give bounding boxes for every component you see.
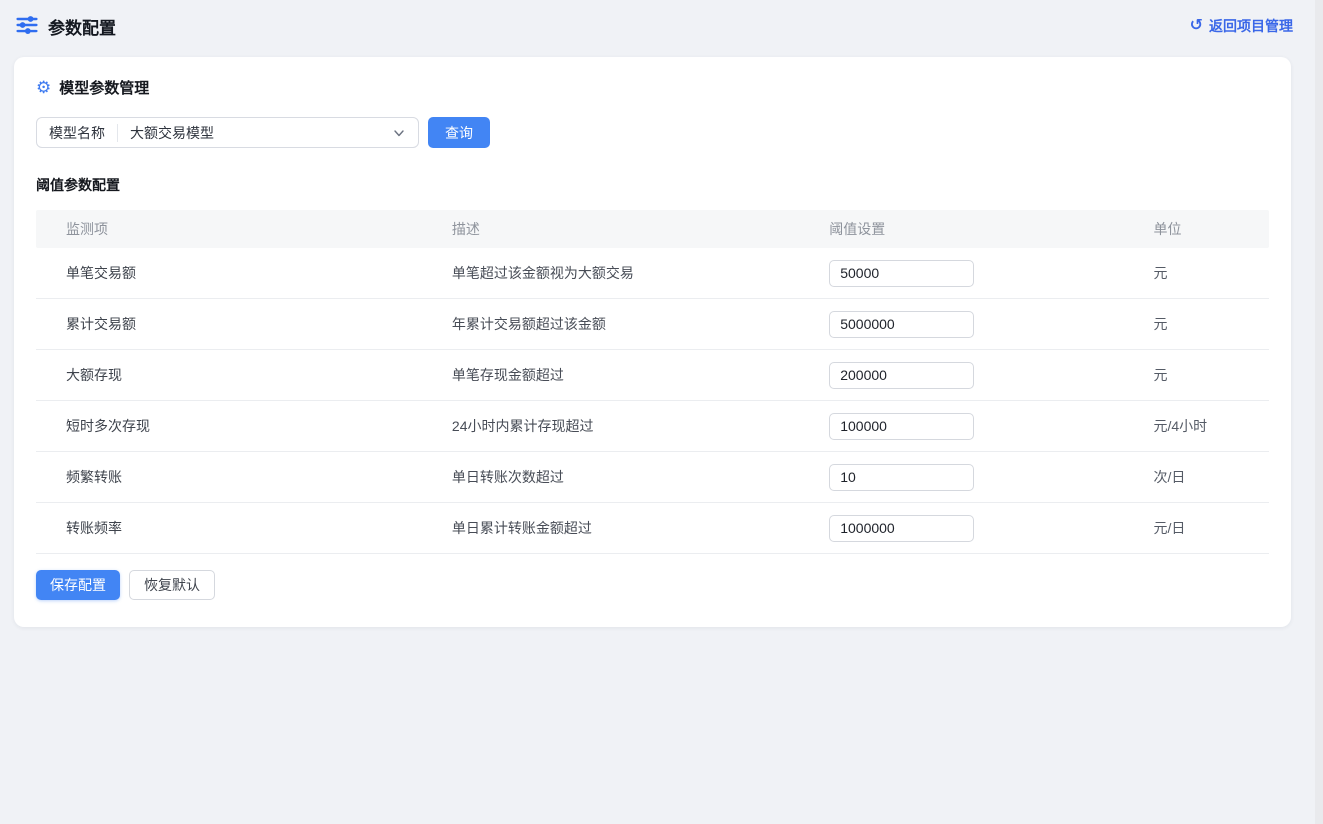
row-description: 单日累计转账金额超过 bbox=[422, 518, 799, 538]
table-row: 频繁转账 单日转账次数超过 次/日 bbox=[36, 452, 1269, 503]
table-row: 短时多次存现 24小时内累计存现超过 元/4小时 bbox=[36, 401, 1269, 452]
threshold-input[interactable] bbox=[829, 311, 974, 338]
table-title: 阈值参数配置 bbox=[36, 175, 1269, 195]
threshold-input[interactable] bbox=[829, 515, 974, 542]
column-header-desc: 描述 bbox=[422, 219, 799, 239]
restore-default-button[interactable]: 恢复默认 bbox=[129, 570, 215, 600]
save-config-button[interactable]: 保存配置 bbox=[36, 570, 120, 600]
threshold-input[interactable] bbox=[829, 260, 974, 287]
table-row: 转账频率 单日累计转账金额超过 元/日 bbox=[36, 503, 1269, 554]
column-header-value: 阈值设置 bbox=[799, 219, 1123, 239]
topbar: 参数配置 ↺ 返回项目管理 bbox=[0, 0, 1323, 52]
model-parameter-panel: ⚙ 模型参数管理 模型名称 大额交易模型 查询 阈值参数配置 监测项 描述 阈值… bbox=[14, 57, 1291, 627]
row-item-label: 转账频率 bbox=[36, 518, 422, 538]
page-title: 参数配置 bbox=[48, 14, 116, 39]
threshold-input[interactable] bbox=[829, 362, 974, 389]
table-row: 大额存现 单笔存现金额超过 元 bbox=[36, 350, 1269, 401]
table-row: 单笔交易额 单笔超过该金额视为大额交易 元 bbox=[36, 248, 1269, 299]
model-select-label: 模型名称 bbox=[37, 123, 117, 143]
section-title: 模型参数管理 bbox=[59, 77, 149, 98]
threshold-table: 监测项 描述 阈值设置 单位 单笔交易额 单笔超过该金额视为大额交易 元 累计交… bbox=[36, 210, 1269, 554]
threshold-input[interactable] bbox=[829, 464, 974, 491]
query-button[interactable]: 查询 bbox=[428, 117, 490, 148]
row-description: 单笔超过该金额视为大额交易 bbox=[422, 263, 799, 283]
row-item-label: 累计交易额 bbox=[36, 314, 422, 334]
row-description: 年累计交易额超过该金额 bbox=[422, 314, 799, 334]
row-description: 单日转账次数超过 bbox=[422, 467, 799, 487]
actions-row: 保存配置 恢复默认 bbox=[36, 570, 1269, 600]
row-item-label: 频繁转账 bbox=[36, 467, 422, 487]
row-item-label: 大额存现 bbox=[36, 365, 422, 385]
row-unit: 元/4小时 bbox=[1123, 416, 1268, 436]
threshold-input[interactable] bbox=[829, 413, 974, 440]
section-header: ⚙ 模型参数管理 bbox=[36, 77, 1269, 98]
row-unit: 元 bbox=[1123, 263, 1268, 283]
scrollbar[interactable] bbox=[1315, 0, 1323, 824]
row-description: 24小时内累计存现超过 bbox=[422, 416, 799, 436]
row-unit: 元 bbox=[1123, 314, 1268, 334]
row-unit: 元 bbox=[1123, 365, 1268, 385]
chevron-down-icon bbox=[392, 126, 406, 140]
query-row: 模型名称 大额交易模型 查询 bbox=[36, 117, 1269, 148]
row-item-label: 短时多次存现 bbox=[36, 416, 422, 436]
column-header-unit: 单位 bbox=[1123, 219, 1268, 239]
row-unit: 次/日 bbox=[1123, 467, 1268, 487]
table-header-row: 监测项 描述 阈值设置 单位 bbox=[36, 210, 1269, 248]
back-link[interactable]: ↺ 返回项目管理 bbox=[1190, 16, 1293, 36]
column-header-item: 监测项 bbox=[36, 219, 422, 239]
topbar-left: 参数配置 bbox=[16, 14, 116, 39]
table-row: 累计交易额 年累计交易额超过该金额 元 bbox=[36, 299, 1269, 350]
model-select[interactable]: 模型名称 大额交易模型 bbox=[36, 117, 419, 148]
gear-icon: ⚙ bbox=[36, 79, 51, 96]
row-unit: 元/日 bbox=[1123, 518, 1268, 538]
undo-arrow-icon: ↺ bbox=[1190, 18, 1203, 34]
back-link-label: 返回项目管理 bbox=[1209, 16, 1293, 36]
sliders-icon bbox=[16, 14, 38, 39]
row-description: 单笔存现金额超过 bbox=[422, 365, 799, 385]
row-item-label: 单笔交易额 bbox=[36, 263, 422, 283]
model-select-value: 大额交易模型 bbox=[118, 123, 392, 143]
